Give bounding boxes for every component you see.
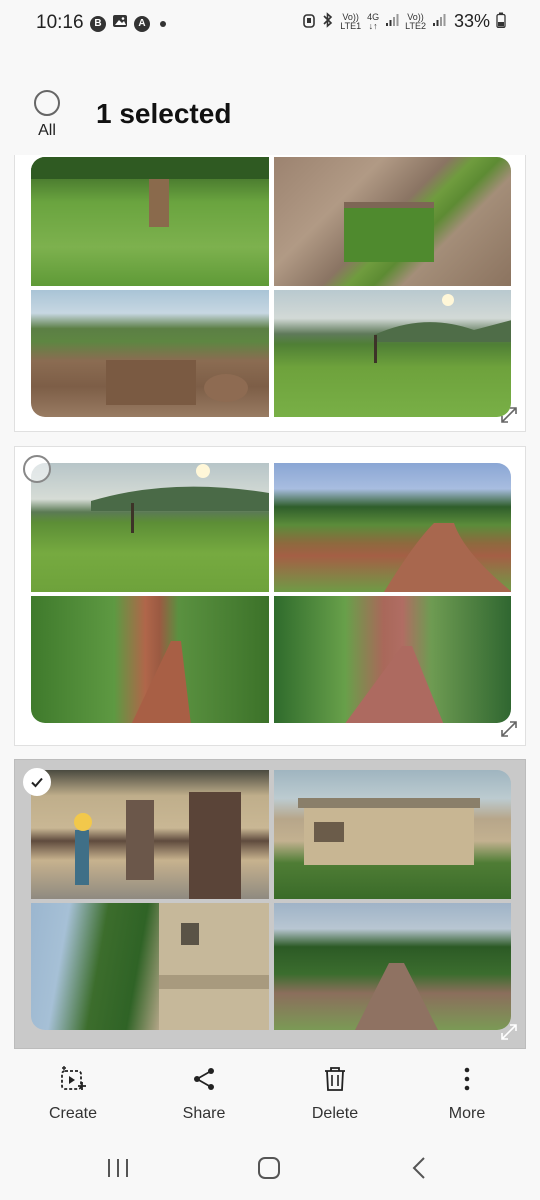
expand-icon[interactable] [499,1022,519,1042]
trash-icon [325,1067,345,1091]
bottom-action-bar: Create Share Delete More [0,1058,540,1130]
share-icon [194,1068,214,1090]
photo-thumbnail[interactable] [31,290,269,417]
photo-thumbnail[interactable] [274,903,511,1030]
gallery-icon [112,13,128,34]
photo-groups-list[interactable] [0,155,540,1055]
alarm-icon [302,12,316,31]
photo-thumbnail[interactable] [274,770,511,899]
more-label: More [448,1105,486,1122]
photo-thumbnail[interactable] [274,596,511,723]
selection-header: All 1 selected [0,80,540,150]
expand-icon[interactable] [499,719,519,739]
photo-thumbnail[interactable] [31,157,269,286]
system-nav-bar [0,1140,540,1200]
signal-icon [432,13,446,30]
select-all-checkbox[interactable] [34,90,60,116]
more-button[interactable]: More [422,1064,512,1123]
battery-icon [496,12,506,31]
b-icon: B [90,15,106,32]
a-icon: A [134,15,150,32]
photo-thumbnail[interactable] [274,290,511,417]
expand-icon[interactable] [499,405,519,425]
sim1-indicator: Vo)) LTE1 [340,11,362,31]
select-all-toggle[interactable]: All [32,90,62,140]
dot-icon [160,20,166,27]
create-icon [61,1066,86,1090]
delete-button[interactable]: Delete [290,1064,380,1123]
page-title: 1 selected [96,98,232,129]
photo-group-grid[interactable] [31,463,511,723]
status-bar: 10:16 B A Vo)) LTE1 4G ↓↑ Vo)) LTE2 33% [0,0,540,44]
photo-group-card-selected[interactable] [14,759,526,1049]
photo-group-grid[interactable] [31,770,511,1030]
group-select-checkbox-checked[interactable] [23,768,51,796]
battery-percent: 33% [453,11,490,31]
photo-thumbnail[interactable] [31,596,269,723]
create-label: Create [48,1105,98,1122]
select-all-label: All [38,122,56,139]
sim2-indicator: Vo)) LTE2 [405,11,426,31]
status-time: 10:16 [36,12,84,33]
check-icon [31,777,43,788]
photo-group-card[interactable] [14,155,526,432]
photo-group-grid[interactable] [31,157,511,417]
create-button[interactable]: Create [28,1064,118,1123]
network-type: 4G ↓↑ [367,11,380,31]
group-select-checkbox[interactable] [23,455,51,483]
back-icon[interactable] [406,1154,434,1182]
share-button[interactable]: Share [159,1064,249,1123]
photo-thumbnail[interactable] [31,770,269,899]
share-label: Share [182,1105,226,1122]
bluetooth-icon [322,12,334,31]
signal-icon [385,13,399,30]
photo-thumbnail[interactable] [31,903,269,1030]
recents-icon[interactable] [104,1154,132,1182]
photo-thumbnail[interactable] [274,157,511,286]
photo-group-card[interactable] [14,446,526,746]
home-icon[interactable] [255,1154,283,1182]
delete-label: Delete [311,1105,359,1122]
photo-thumbnail[interactable] [31,463,269,592]
more-icon [464,1067,470,1091]
photo-thumbnail[interactable] [274,463,511,592]
